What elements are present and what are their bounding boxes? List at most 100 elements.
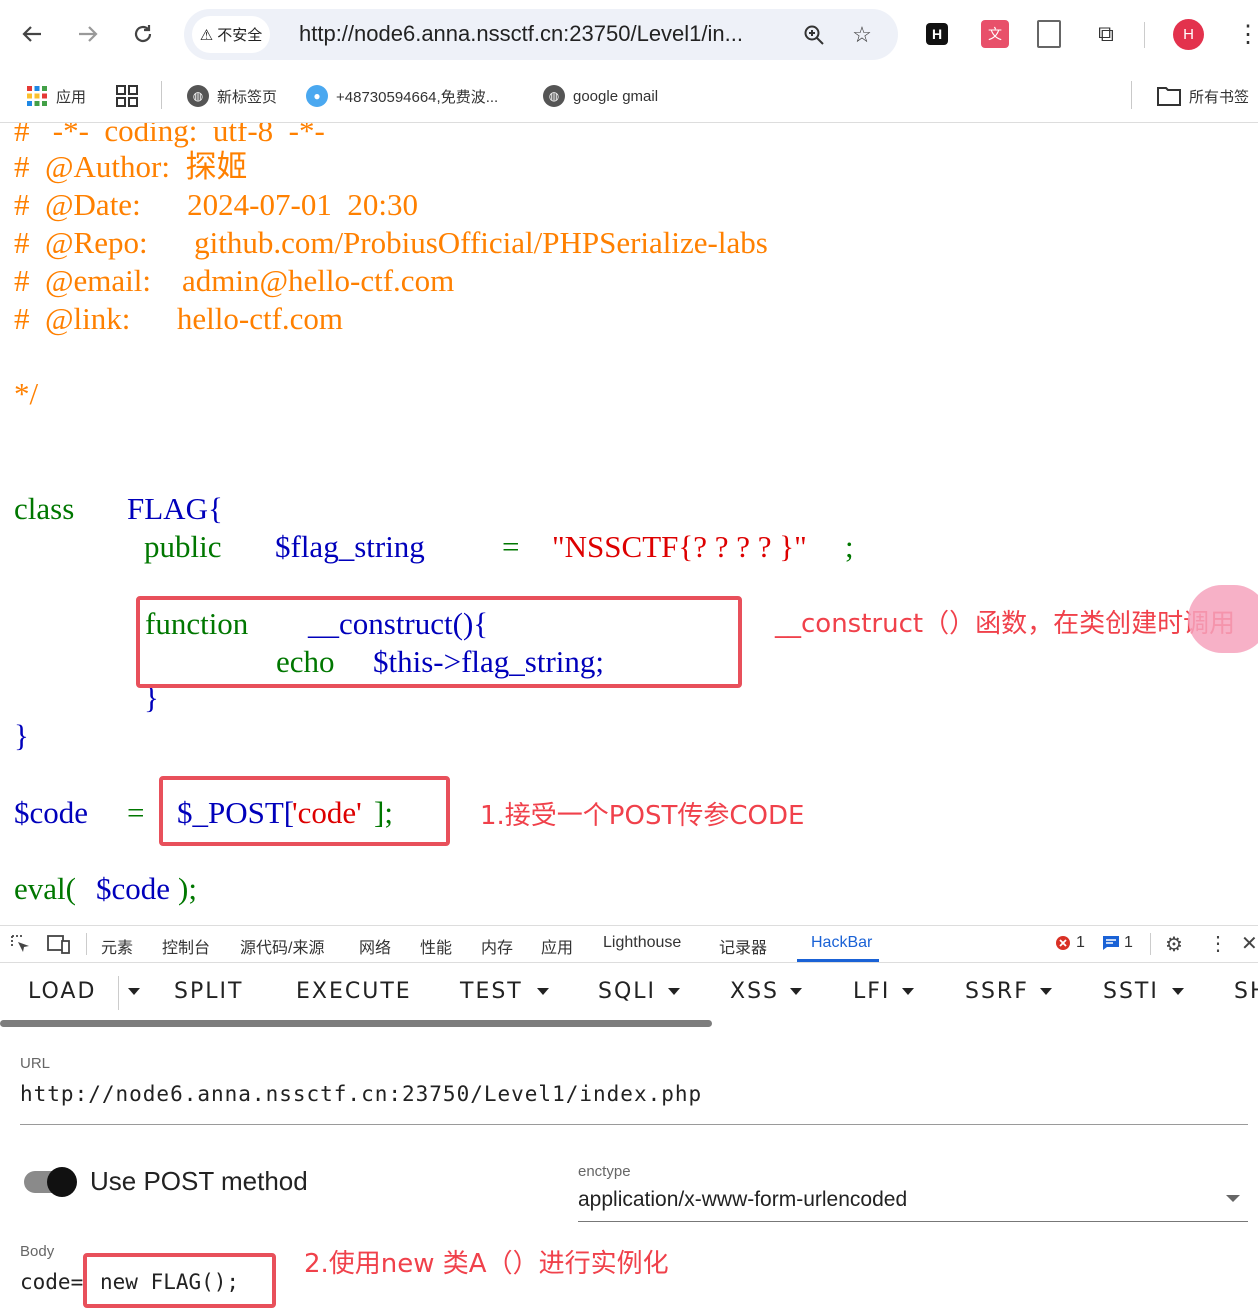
translate-icon[interactable]: 文 — [981, 20, 1009, 48]
active-tab-indicator — [797, 959, 879, 962]
message-icon[interactable] — [1102, 935, 1120, 956]
menu-scrollbar[interactable] — [0, 1020, 712, 1027]
document-icon[interactable] — [1037, 20, 1061, 48]
avatar[interactable]: H — [1173, 19, 1204, 50]
tab-hackbar[interactable]: HackBar — [811, 934, 872, 952]
extensions-icon[interactable]: ⧉ — [1092, 20, 1120, 48]
php-source-view: # -*- coding: utf-8 -*- # @Author: 探姬 # … — [0, 123, 1258, 925]
chevron-down-icon[interactable] — [668, 988, 680, 995]
chevron-down-icon[interactable] — [790, 988, 802, 995]
assign-operator: = — [502, 529, 520, 564]
menu-divider — [118, 976, 119, 1010]
kebab-menu-icon[interactable]: ⋮ — [1236, 20, 1258, 49]
inspect-element-icon[interactable] — [10, 934, 32, 961]
assign-operator: = — [127, 795, 145, 830]
tab-divider — [86, 933, 87, 955]
tab-memory[interactable]: 内存 — [481, 934, 513, 958]
tab-groups-icon[interactable] — [115, 82, 139, 110]
test-menu[interactable]: TEST — [460, 979, 523, 1004]
load-dropdown-caret[interactable] — [128, 988, 140, 995]
public-keyword: public — [144, 529, 222, 564]
sqli-menu[interactable]: SQLI — [598, 979, 656, 1004]
zoom-icon[interactable] — [801, 22, 827, 48]
all-bookmarks[interactable]: 所有书签 — [1157, 82, 1249, 110]
post-highlight-box — [159, 776, 450, 846]
split-button[interactable]: SPLIT — [174, 979, 243, 1004]
tab-lighthouse[interactable]: Lighthouse — [603, 934, 681, 952]
bookmark-label: google gmail — [573, 87, 659, 105]
hackbar-menu: LOAD SPLIT EXECUTE TEST SQLI XSS LFI SSR… — [0, 964, 1258, 1020]
url-label: URL — [20, 1055, 51, 1072]
devtools-tabbar: 元素 控制台 源代码/来源 网络 性能 内存 应用 Lighthouse 记录器… — [0, 925, 1258, 963]
xss-menu[interactable]: XSS — [730, 979, 779, 1004]
bookmark-apps[interactable]: 应用 — [26, 82, 86, 110]
floating-translate-button[interactable] — [1188, 585, 1258, 653]
close-icon[interactable]: ✕ — [1241, 931, 1258, 956]
toolbar-divider — [1144, 22, 1145, 48]
comment-line: # @link: hello-ctf.com — [14, 301, 344, 336]
class-name: FLAG{ — [127, 491, 223, 526]
devtools-menu-icon[interactable]: ⋮ — [1208, 931, 1228, 956]
error-count: 1 — [1076, 934, 1085, 951]
url-text[interactable]: http://node6.anna.nssctf.cn:23750/Level1… — [299, 21, 743, 47]
comment-line: # @Author: 探姬 — [14, 149, 248, 184]
lfi-menu[interactable]: LFI — [853, 979, 890, 1004]
chevron-down-icon[interactable] — [537, 988, 549, 995]
chevron-down-icon[interactable] — [1172, 988, 1184, 995]
load-button[interactable]: LOAD — [28, 979, 96, 1004]
chevron-down-icon[interactable] — [902, 988, 914, 995]
execute-button[interactable]: EXECUTE — [296, 979, 412, 1004]
chevron-down-icon[interactable] — [1226, 1195, 1240, 1202]
reload-icon[interactable] — [127, 18, 159, 50]
body-input[interactable]: code= new FLAG(); — [20, 1270, 239, 1294]
tab-elements[interactable]: 元素 — [101, 934, 133, 958]
semicolon: ; — [845, 529, 854, 564]
tab-network[interactable]: 网络 — [359, 934, 391, 958]
tab-console[interactable]: 控制台 — [162, 934, 210, 958]
app-icon: ● — [306, 85, 328, 107]
construct-highlight-box — [136, 596, 742, 688]
shell-menu[interactable]: SH — [1234, 979, 1258, 1004]
settings-gear-icon[interactable]: ⚙ — [1165, 932, 1183, 957]
url-input[interactable]: http://node6.anna.nssctf.cn:23750/Level1… — [20, 1082, 1248, 1125]
device-toolbar-icon[interactable] — [47, 934, 71, 961]
message-count: 1 — [1124, 934, 1133, 951]
hackbar-icon[interactable]: H — [926, 23, 948, 45]
bookmarks-divider — [1131, 81, 1132, 109]
post-annotation: 1.接受一个POST传参CODE — [480, 801, 805, 831]
warning-icon: ⚠ — [199, 26, 214, 44]
bookmark-gmail[interactable]: ◍ google gmail — [543, 82, 658, 110]
globe-icon: ◍ — [187, 85, 209, 107]
comment-line: # @Date: 2024-07-01 20:30 — [14, 187, 418, 222]
tab-application[interactable]: 应用 — [541, 934, 573, 958]
bookmark-phone[interactable]: ● +48730594664,免费波... — [306, 82, 498, 110]
tab-divider — [1150, 933, 1151, 955]
error-icon[interactable] — [1055, 935, 1071, 956]
security-label: 不安全 — [217, 27, 263, 44]
address-bar[interactable]: ⚠ 不安全 http://node6.anna.nssctf.cn:23750/… — [184, 9, 898, 60]
class-close-brace: } — [14, 718, 29, 753]
all-bookmarks-label: 所有书签 — [1189, 88, 1250, 106]
security-chip[interactable]: ⚠ 不安全 — [192, 16, 270, 53]
body-annotation: 2.使用new 类A（）进行实例化 — [304, 1249, 669, 1279]
ssrf-menu[interactable]: SSRF — [965, 979, 1029, 1004]
bookmarks-bar: 应用 ◍ 新标签页 ● +48730594664,免费波... ◍ google… — [0, 70, 1258, 123]
globe-icon: ◍ — [543, 85, 565, 107]
bookmark-new-tab[interactable]: ◍ 新标签页 — [187, 82, 277, 110]
body-prefix: code= — [20, 1270, 84, 1294]
ssti-menu[interactable]: SSTI — [1103, 979, 1159, 1004]
body-highlight-box — [83, 1253, 276, 1308]
tab-recorder[interactable]: 记录器 — [719, 934, 767, 958]
enctype-select[interactable]: application/x-www-form-urlencoded — [578, 1188, 1248, 1222]
folder-icon — [1157, 87, 1181, 106]
toggle-knob[interactable] — [47, 1167, 77, 1197]
back-arrow-icon[interactable] — [16, 18, 48, 50]
forward-arrow-icon[interactable] — [72, 18, 104, 50]
tab-performance[interactable]: 性能 — [420, 934, 452, 958]
comment-end: */ — [14, 376, 39, 411]
code-variable: $code — [14, 795, 89, 830]
bookmark-star-icon[interactable]: ☆ — [849, 22, 875, 48]
chevron-down-icon[interactable] — [1040, 988, 1052, 995]
tab-sources[interactable]: 源代码/来源 — [240, 934, 324, 958]
class-keyword: class — [14, 491, 75, 526]
